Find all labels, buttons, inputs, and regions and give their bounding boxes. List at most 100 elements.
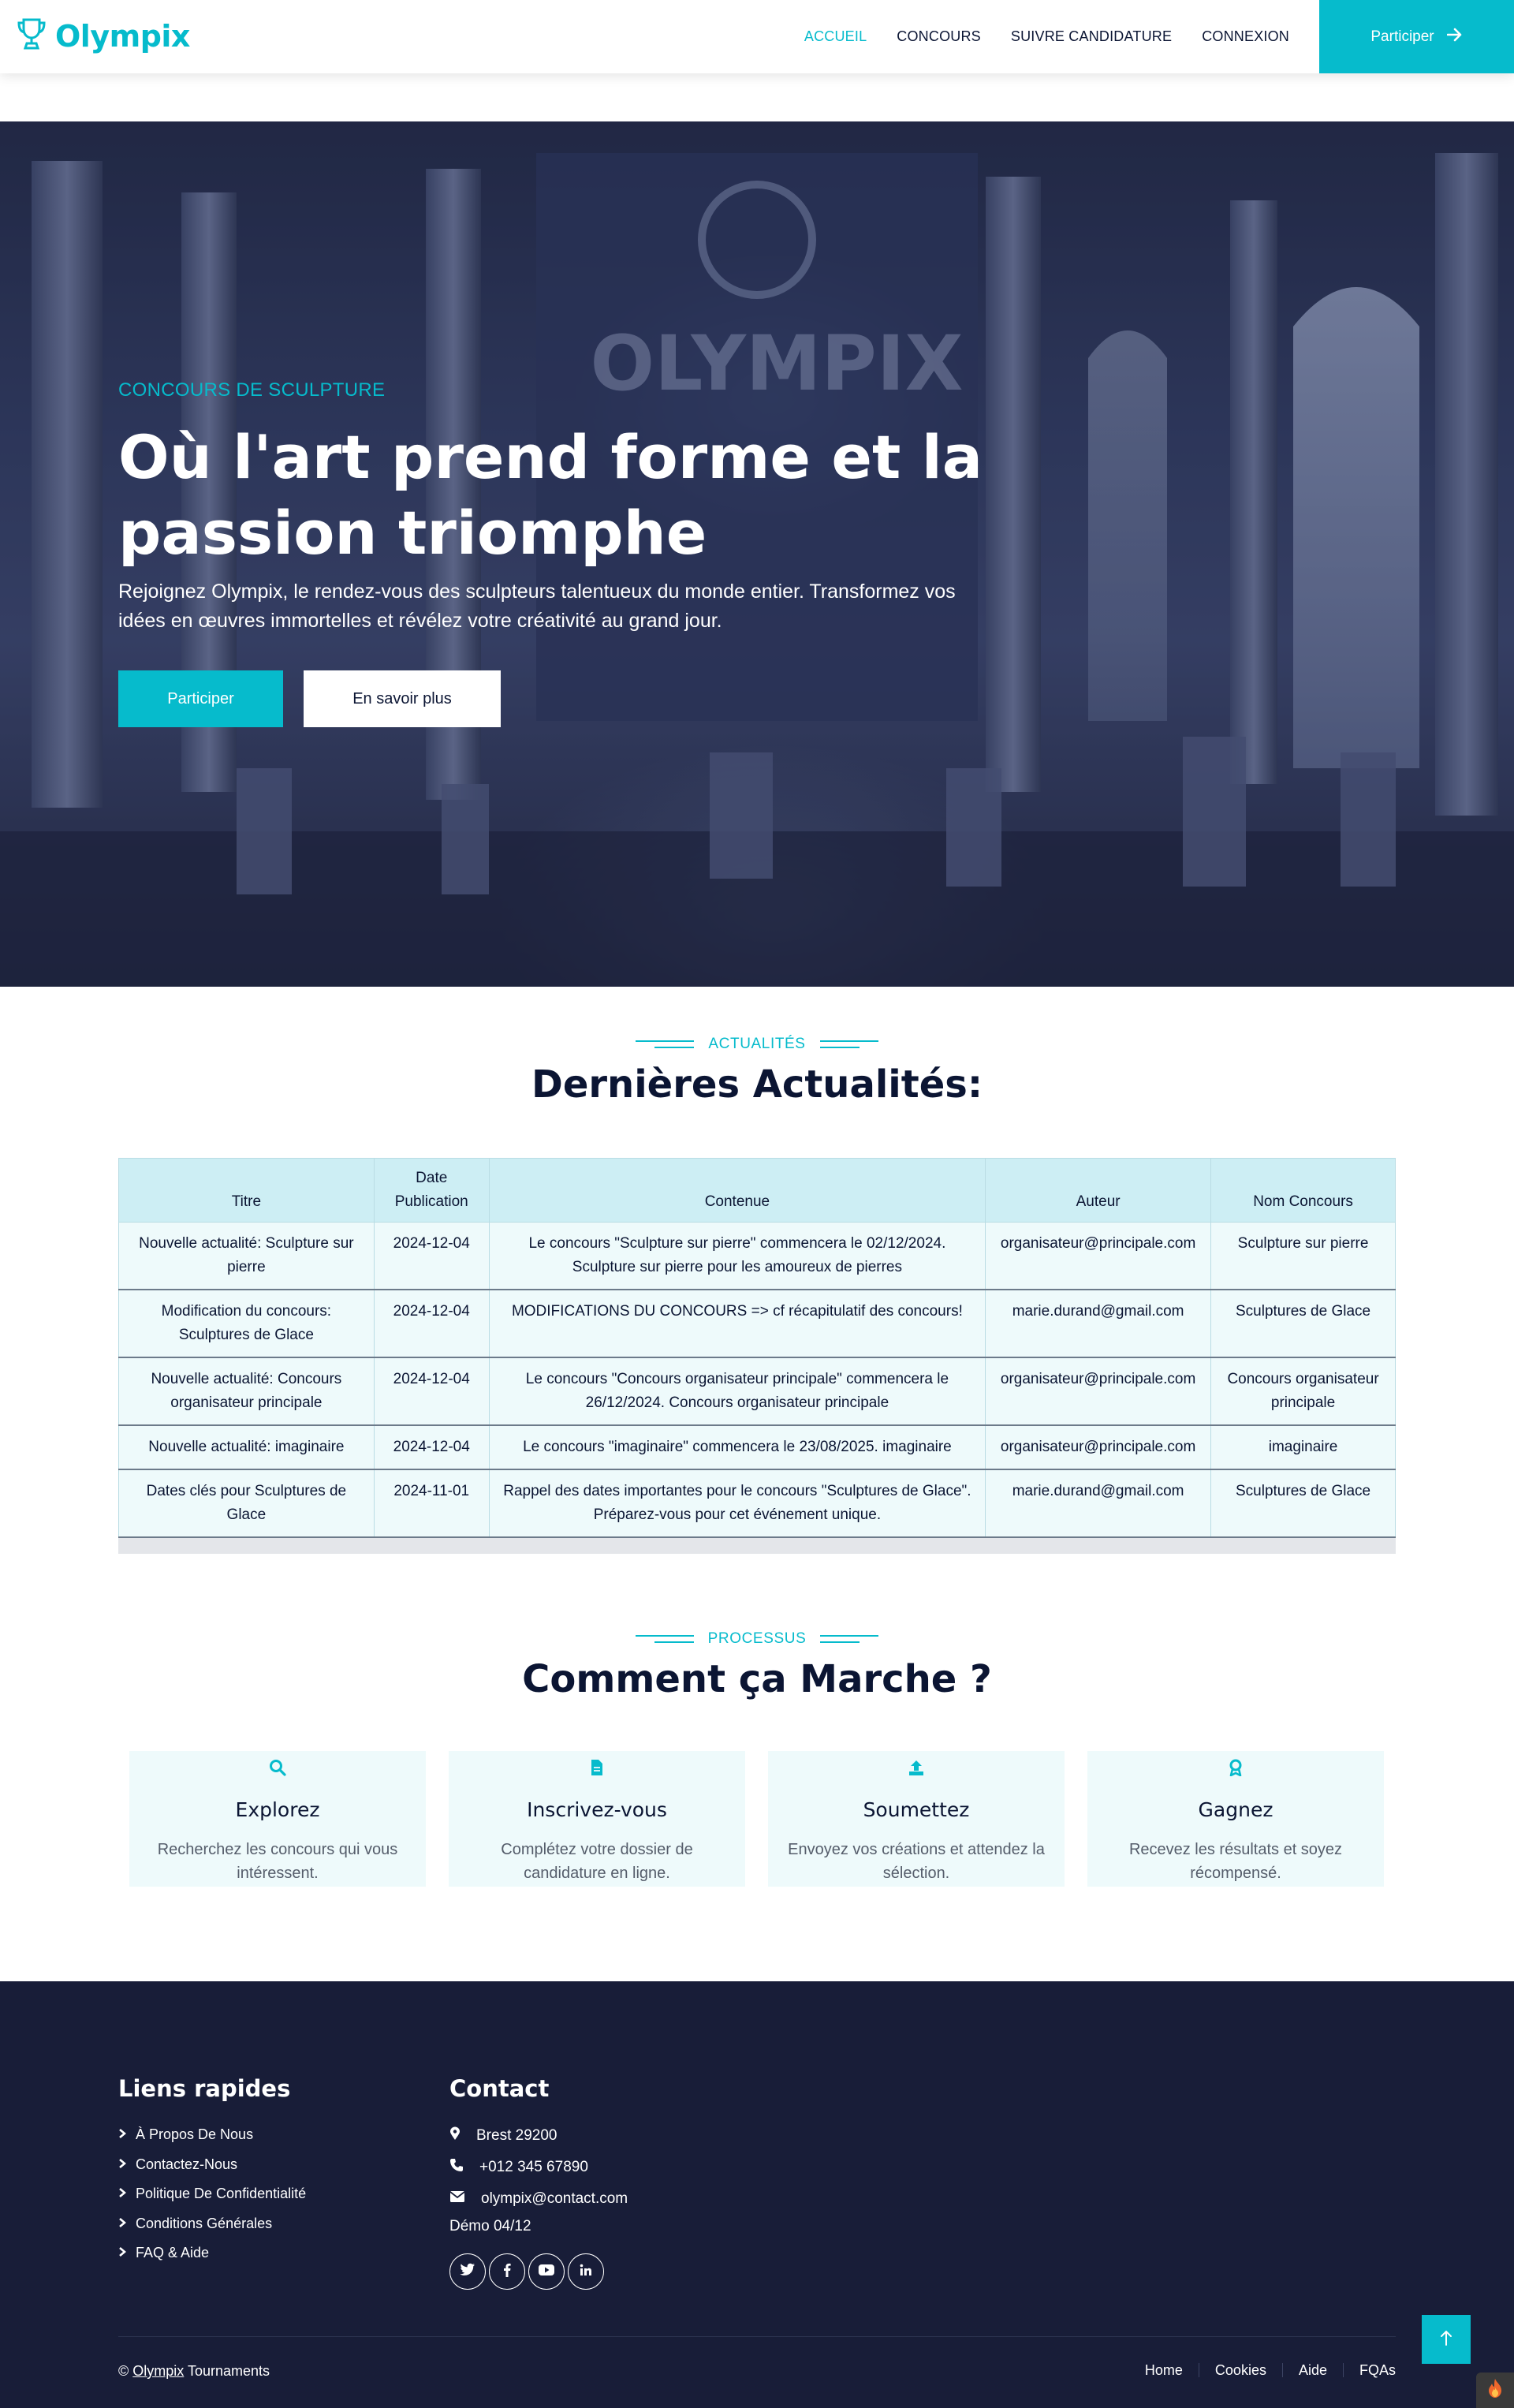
process-card-title: Inscrivez-vous [527,1798,667,1821]
cell-nom-concours: imaginaire [1210,1425,1396,1470]
trophy-icon [16,17,47,54]
cell-nom-concours: Sculptures de Glace [1210,1469,1396,1538]
column-header-contenue: Contenue [488,1158,986,1223]
process-eyebrow: PROCESSUS [0,1630,1514,1648]
nav-link-accueil[interactable]: ACCUEIL [804,28,867,45]
twitter-button[interactable] [449,2253,486,2290]
chevron-right-icon [118,2126,127,2143]
table-row: Nouvelle actualité: imaginaire 2024-12-0… [118,1425,1396,1470]
cell-contenue: Le concours "Sculpture sur pierre" comme… [488,1222,986,1290]
arrow-up-icon [1440,2330,1452,2350]
footer-bottom-link-cookies[interactable]: Cookies [1199,2363,1283,2377]
cell-nom-concours: Sculptures de Glace [1210,1290,1396,1358]
footer-link-a-propos[interactable]: À Propos De Nous [118,2120,306,2150]
process-title: Comment ça Marche ? [522,1657,992,1701]
footer-divider [118,2336,1396,2337]
eyebrow-right-lines [819,1040,878,1048]
column-header-date: Date Publication [373,1158,490,1223]
cell-titre: Nouvelle actualité: Sculpture sur pierre [118,1222,375,1290]
facebook-button[interactable] [489,2253,525,2290]
cell-date: 2024-11-01 [373,1469,490,1538]
footer-link-conditions[interactable]: Conditions Générales [118,2209,306,2239]
cell-nom-concours: Sculpture sur pierre [1210,1222,1396,1290]
cell-auteur: marie.durand@gmail.com [985,1469,1212,1538]
contact-email-text: olympix@contact.com [481,2190,628,2207]
eyebrow-left-lines [635,1635,694,1643]
footer-link-contactez-nous[interactable]: Contactez-Nous [118,2150,306,2180]
process-card-title: Explorez [235,1798,320,1821]
search-icon [269,1759,286,1780]
cell-titre: Dates clés pour Sculptures de Glace [118,1469,375,1538]
upload-icon [908,1759,925,1780]
table-header-row: Titre Date Publication Contenue Auteur N… [118,1158,1396,1223]
hero-section: OLYMPIX CONCOURS DE SCULPTURE Où l'art p… [0,121,1514,987]
nav-link-concours[interactable]: CONCOURS [897,28,981,45]
process-card-explorez: Explorez Recherchez les concours qui vou… [129,1751,426,1887]
youtube-button[interactable] [528,2253,565,2290]
process-card-gagnez: Gagnez Recevez les résultats et soyez ré… [1087,1751,1384,1887]
column-header-nom-concours: Nom Concours [1210,1158,1396,1223]
nav-link-suivre-candidature[interactable]: SUIVRE CANDIDATURE [1011,28,1172,45]
footer-link-label: À Propos De Nous [136,2126,254,2143]
file-icon [590,1759,604,1780]
cell-date: 2024-12-04 [373,1290,490,1358]
contact-phone: +012 345 67890 [449,2152,628,2183]
chevron-right-icon [118,2186,127,2202]
brand-name: Olympix [55,18,190,54]
linkedin-icon [580,2264,592,2280]
footer-link-faq[interactable]: FAQ & Aide [118,2238,306,2268]
process-card-text: Complétez votre dossier de candidature e… [501,1841,693,1882]
footer-link-label: Conditions Générales [136,2215,273,2231]
table-horizontal-scrollbar[interactable] [118,1538,1396,1554]
cell-contenue: Le concours "imaginaire" commencera le 2… [488,1425,986,1470]
footer-link-politique[interactable]: Politique De Confidentialité [118,2179,306,2209]
contact-address: Brest 29200 [449,2120,628,2152]
contact-address-text: Brest 29200 [476,2127,557,2144]
back-to-top-button[interactable] [1422,2315,1471,2364]
process-card-soumettez: Soumettez Envoyez vos créations et atten… [768,1751,1065,1887]
devtools-badge[interactable] [1476,2373,1514,2408]
nav-link-connexion[interactable]: CONNEXION [1202,28,1289,45]
contact-email: olympix@contact.com [449,2183,628,2215]
process-card-title: Gagnez [1198,1798,1273,1821]
quick-links-title: Liens rapides [118,2075,291,2102]
copyright: © Olympix Tournaments [118,2363,270,2380]
column-header-auteur: Auteur [985,1158,1212,1223]
hero-eyebrow: CONCOURS DE SCULPTURE [118,379,386,401]
cell-auteur: organisateur@principale.com [985,1357,1212,1426]
footer-bottom-link-home[interactable]: Home [1129,2363,1199,2377]
cell-titre: Modification du concours: Sculptures de … [118,1290,375,1358]
cell-contenue: MODIFICATIONS DU CONCOURS => cf récapitu… [488,1290,986,1358]
copyright-symbol: © [118,2363,129,2379]
linkedin-button[interactable] [568,2253,604,2290]
award-icon [1228,1759,1244,1780]
footer-link-label: Contactez-Nous [136,2156,238,2172]
table-row: Dates clés pour Sculptures de Glace 2024… [118,1469,1396,1538]
en-savoir-plus-button[interactable]: En savoir plus [304,670,501,727]
cell-contenue: Rappel des dates importantes pour le con… [488,1469,986,1538]
chevron-right-icon [118,2216,127,2232]
footer-bottom-link-fqas[interactable]: FQAs [1344,2363,1396,2377]
cell-date: 2024-12-04 [373,1425,490,1470]
social-links [449,2253,604,2290]
flame-icon [1486,2378,1504,2402]
brand-logo[interactable]: Olympix [16,17,190,54]
participer-nav-label: Participer [1370,28,1434,45]
news-eyebrow-label: ACTUALITÉS [708,1036,806,1052]
process-eyebrow-label: PROCESSUS [707,1630,807,1647]
hero-description: Rejoignez Olympix, le rendez-vous des sc… [118,581,956,632]
contact-title: Contact [449,2075,550,2102]
main-nav: ACCUEIL CONCOURS SUIVRE CANDIDATURE CONN… [804,0,1289,73]
chevron-right-icon [118,2245,127,2261]
contact-demo-text: Démo 04/12 [449,2218,531,2234]
participer-nav-button[interactable]: Participer [1319,0,1514,73]
process-card-title: Soumettez [863,1798,970,1821]
cell-nom-concours: Concours organisateur principale [1210,1357,1396,1426]
participer-button[interactable]: Participer [118,670,283,727]
arrow-right-icon [1446,28,1463,47]
quick-links-list: À Propos De Nous Contactez-Nous Politiqu… [118,2120,306,2268]
eyebrow-left-lines [636,1040,695,1048]
column-header-titre: Titre [118,1158,375,1223]
footer-bottom-link-aide[interactable]: Aide [1283,2363,1344,2377]
copyright-brand-link[interactable]: Olympix [132,2363,184,2379]
